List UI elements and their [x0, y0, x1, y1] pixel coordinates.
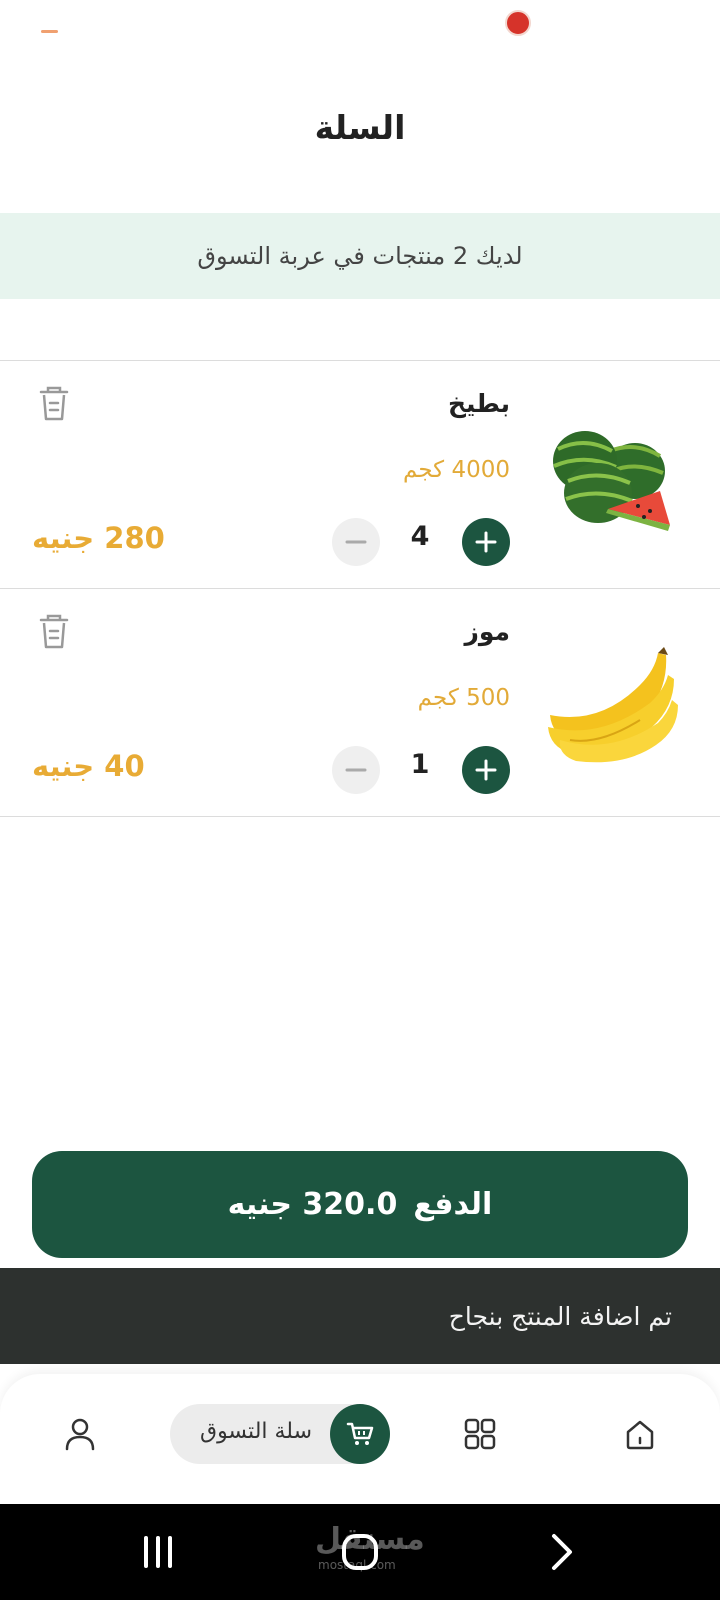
minus-icon	[345, 540, 367, 544]
home-icon[interactable]	[620, 1414, 660, 1454]
watermark-url: mostaql.com	[318, 1558, 396, 1572]
recent-apps-icon[interactable]	[138, 1532, 178, 1572]
banana-image	[548, 647, 678, 763]
cart-item: موز 500 كجم 1 40 جنيه	[0, 589, 720, 816]
system-nav-bar: مستقل mostaql.com	[0, 1504, 720, 1600]
status-indicator	[41, 30, 58, 33]
watermark-logo: مستقل	[315, 1522, 425, 1557]
toast-notification: تم اضافة المنتج بنجاح	[0, 1268, 720, 1364]
cart-count-text: لديك 2 منتجات في عربة التسوق	[197, 242, 523, 270]
watermelon-image	[553, 431, 670, 531]
pay-button-label: الدفع	[413, 1187, 493, 1222]
plus-icon	[475, 759, 497, 781]
status-bar	[0, 0, 720, 60]
bottom-nav: سلة التسوق	[0, 1374, 720, 1504]
cart-count-banner: لديك 2 منتجات في عربة التسوق	[0, 213, 720, 299]
decrease-quantity-button[interactable]	[332, 746, 380, 794]
user-icon[interactable]	[60, 1414, 100, 1454]
trash-icon[interactable]	[38, 613, 70, 651]
increase-quantity-button[interactable]	[462, 518, 510, 566]
cart-icon	[330, 1404, 390, 1464]
nav-cart-tab[interactable]: سلة التسوق	[170, 1404, 390, 1464]
pay-button-amount: 320.0 جنيه	[227, 1187, 398, 1222]
trash-icon[interactable]	[38, 385, 70, 423]
item-price: 40 جنيه	[32, 749, 145, 783]
item-weight: 500 كجم	[417, 685, 510, 711]
back-icon[interactable]	[542, 1532, 582, 1572]
page-title: السلة	[314, 108, 406, 147]
plus-icon	[475, 531, 497, 553]
divider	[0, 816, 720, 817]
decrease-quantity-button[interactable]	[332, 518, 380, 566]
increase-quantity-button[interactable]	[462, 746, 510, 794]
quantity-value: 4	[410, 521, 430, 552]
item-weight: 4000 كجم	[403, 457, 510, 483]
nav-cart-label: سلة التسوق	[200, 1419, 313, 1444]
toast-message: تم اضافة المنتج بنجاح	[448, 1301, 672, 1331]
item-name: بطيخ	[448, 389, 510, 418]
minus-icon	[345, 768, 367, 772]
notification-icon	[505, 10, 531, 36]
pay-button[interactable]: الدفع 320.0 جنيه	[32, 1151, 688, 1258]
grid-icon[interactable]	[460, 1414, 500, 1454]
item-price: 280 جنيه	[32, 521, 165, 555]
cart-item: بطيخ 4000 كجم 4 280 جنيه	[0, 361, 720, 588]
item-name: موز	[464, 617, 510, 646]
quantity-value: 1	[410, 749, 430, 780]
